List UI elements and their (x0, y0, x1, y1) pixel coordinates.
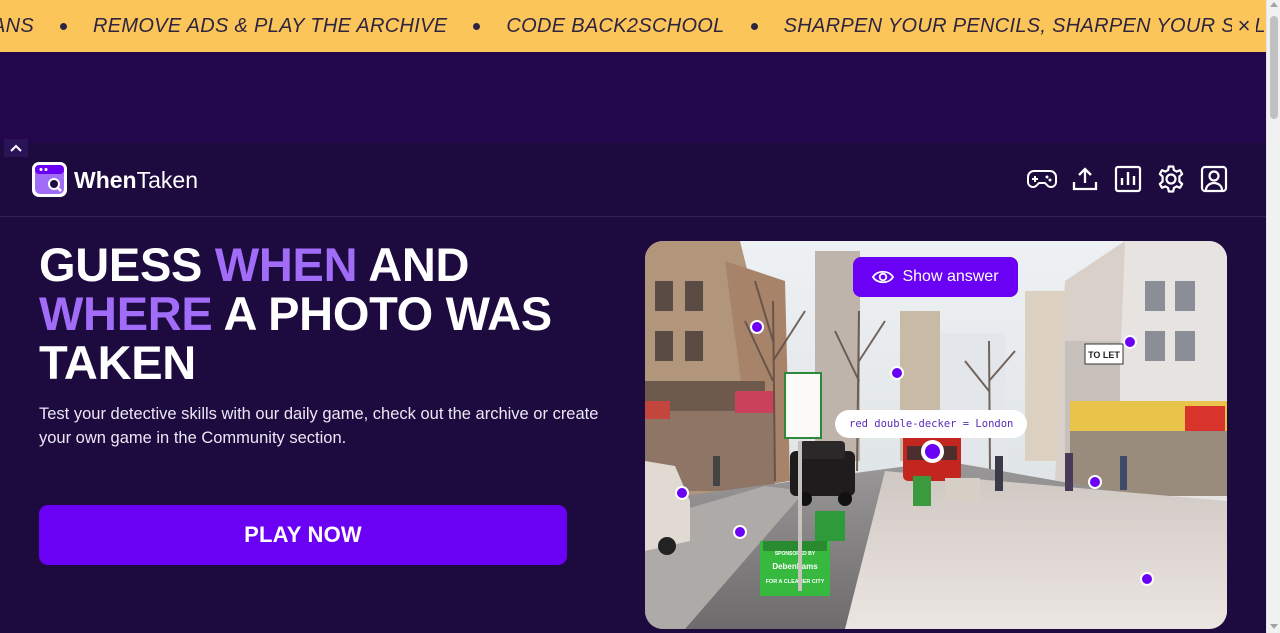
sign-debenhams: Debenhams (772, 562, 818, 571)
ticker-separator (750, 22, 758, 30)
show-answer-button[interactable]: Show answer (853, 257, 1018, 297)
scroll-thumb[interactable] (1270, 16, 1278, 119)
hint-pin[interactable] (733, 525, 747, 539)
hero-title-text: A PHOTO WAS (212, 287, 552, 340)
gamepad-icon[interactable] (1026, 163, 1058, 195)
hero-title-text: AND (357, 238, 470, 291)
sign-to-let: TO LET (1088, 350, 1120, 360)
ticker-separator (60, 22, 68, 30)
ticker-item: ANS (0, 14, 35, 37)
stats-icon[interactable] (1112, 163, 1144, 195)
scroll-up-arrow-icon[interactable] (1270, 2, 1278, 7)
ticker-item[interactable]: REMOVE ADS & PLAY THE ARCHIVE (93, 15, 447, 38)
ticker-separator (473, 22, 481, 30)
sign-cleaner-city: FOR A CLEANER CITY (766, 579, 825, 585)
settings-icon[interactable] (1155, 163, 1187, 195)
brand-name-light: Taken (136, 167, 198, 193)
hint-pin[interactable] (890, 366, 904, 380)
hint-bubble: red double-decker = London (835, 410, 1028, 438)
header-nav (1026, 163, 1230, 195)
ticker-item[interactable]: CODE BACK2SCHOOL (506, 15, 724, 38)
hint-pin[interactable] (675, 486, 689, 500)
hint-pin[interactable] (750, 320, 764, 334)
hero-title-accent-when: WHEN (214, 238, 358, 291)
hero-description: Test your detective skills with our dail… (39, 405, 599, 447)
brand-name[interactable]: WhenTaken (74, 167, 198, 194)
hint-pin[interactable] (1088, 475, 1102, 489)
hero-title: GUESS WHEN AND WHERE A PHOTO WAS TAKEN (39, 240, 619, 387)
ticker-track: ANS REMOVE ADS & PLAY THE ARCHIVE CODE B… (0, 0, 1266, 52)
site-header: WhenTaken (0, 143, 1266, 217)
hero-title-text: TAKEN (39, 336, 196, 389)
ad-placeholder (0, 52, 1266, 143)
upload-icon[interactable] (1069, 163, 1101, 195)
eye-icon (872, 270, 895, 284)
profile-icon[interactable] (1198, 163, 1230, 195)
hint-pin-active[interactable] (920, 439, 944, 463)
page-scrollbar[interactable] (1266, 0, 1280, 633)
play-now-button[interactable]: PLAY NOW (39, 505, 567, 565)
game-photo[interactable]: TO LET SPONSORED BY Debenhams FOR A CLEA… (645, 241, 1227, 629)
app-logo-icon[interactable] (31, 161, 68, 198)
close-banner-button[interactable]: × (1232, 14, 1256, 38)
hero-title-text: GUESS (39, 238, 215, 291)
scroll-down-arrow-icon[interactable] (1270, 624, 1278, 629)
promo-ticker-banner: ANS REMOVE ADS & PLAY THE ARCHIVE CODE B… (0, 0, 1266, 52)
hint-pin[interactable] (1123, 335, 1137, 349)
sign-sponsored: SPONSORED BY (775, 551, 816, 557)
hint-pin[interactable] (1140, 572, 1154, 586)
show-answer-label: Show answer (902, 268, 999, 285)
ticker-item: SHARPEN YOUR PENCILS, SHARPEN YOUR SKILL… (783, 14, 1266, 37)
brand-name-bold: When (74, 167, 137, 193)
hero-title-accent-where: WHERE (39, 287, 213, 340)
